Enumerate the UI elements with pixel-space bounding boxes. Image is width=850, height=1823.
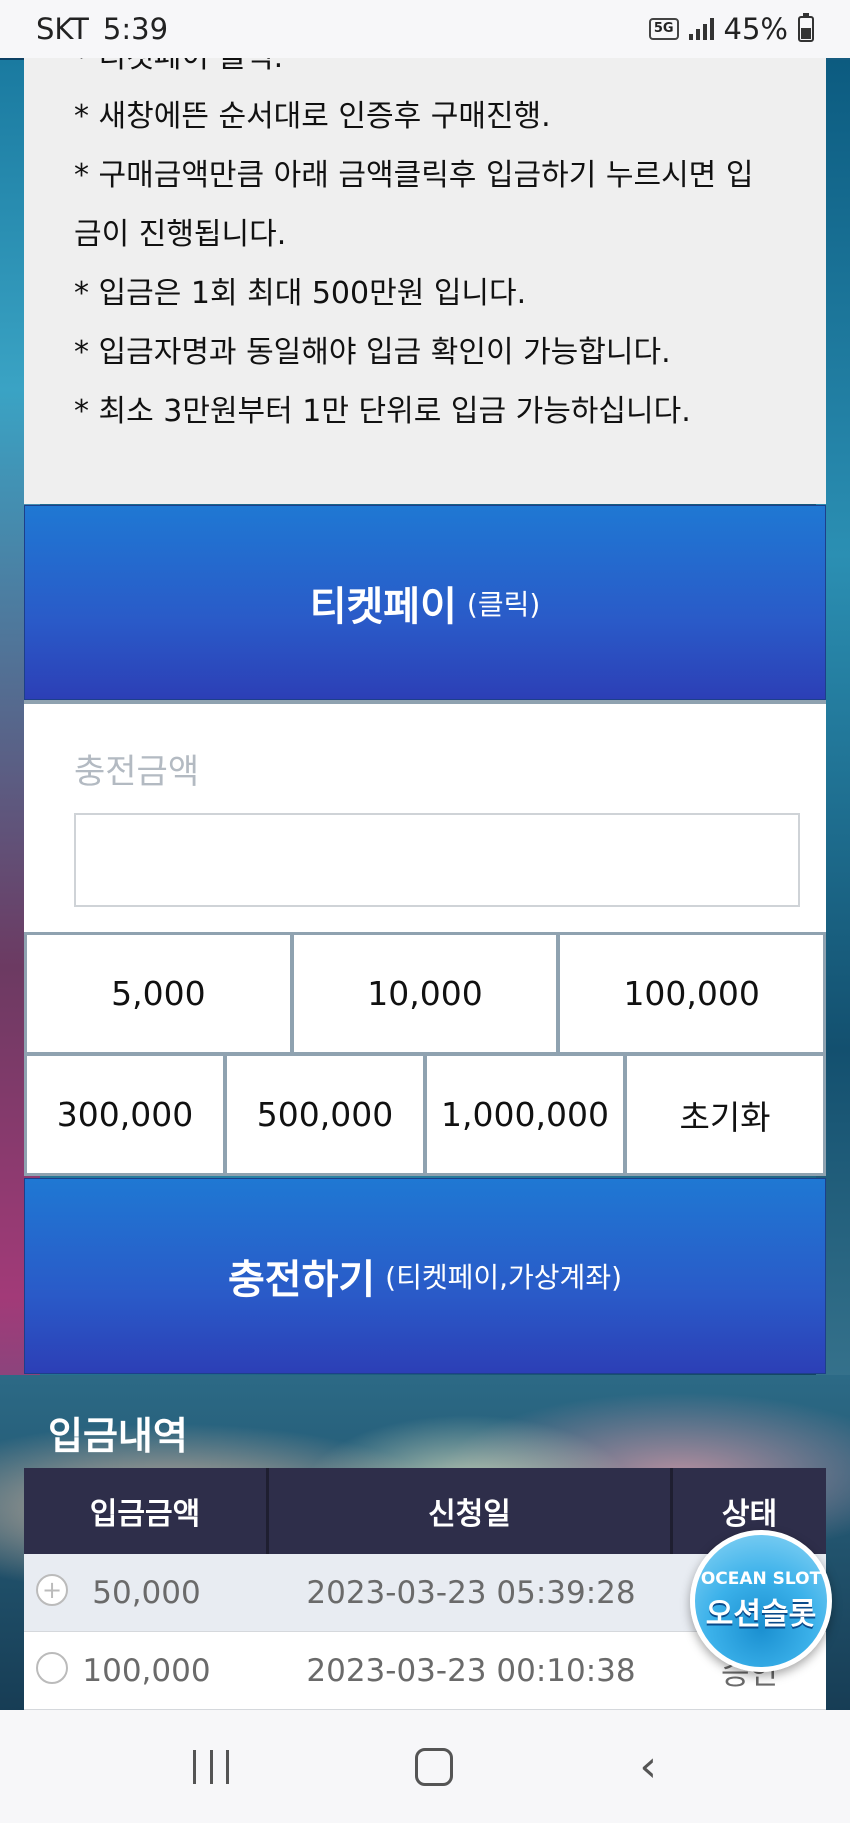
- charge-label: 충전하기: [227, 1257, 376, 1303]
- column-header-amount: 입금금액: [24, 1468, 269, 1554]
- row-date: 2023-03-23 05:39:28: [306, 1574, 636, 1611]
- amount-1000000-button[interactable]: 1,000,000: [427, 1056, 623, 1173]
- ocean-slot-logo[interactable]: OCEAN SLOT 오션슬롯: [690, 1530, 832, 1672]
- amount-label: 충전금액: [74, 752, 200, 792]
- logo-text-en: OCEAN SLOT: [700, 1569, 822, 1589]
- row-date: 2023-03-23 00:10:38: [306, 1652, 636, 1689]
- reset-button[interactable]: 초기화: [627, 1056, 823, 1173]
- battery-percent: 45%: [723, 12, 788, 46]
- expand-plus-icon[interactable]: +: [36, 1574, 68, 1606]
- clock: 5:39: [102, 12, 169, 46]
- notice-line: * 구매금액만큼 아래 금액클릭후 입금하기 누르시면 입: [74, 158, 754, 193]
- amount-5000-button[interactable]: 5,000: [27, 935, 290, 1052]
- amount-100000-button[interactable]: 100,000: [560, 935, 824, 1052]
- amount-500000-button[interactable]: 500,000: [227, 1056, 423, 1173]
- battery-icon: [798, 13, 814, 42]
- charge-sub: (티켓페이,가상계좌): [385, 1261, 623, 1294]
- recents-icon[interactable]: [193, 1749, 230, 1784]
- network-5g-icon: 5G: [648, 18, 679, 40]
- carrier-label: SKT: [36, 12, 89, 46]
- amount-300000-button[interactable]: 300,000: [27, 1056, 223, 1173]
- logo-text-ko: 오션슬롯: [705, 1597, 817, 1632]
- amount-10000-button[interactable]: 10,000: [293, 935, 557, 1052]
- amount-buttons-row-2: 300,000 500,000 1,000,000 초기화: [24, 1053, 826, 1176]
- system-nav-bar: ‹: [0, 1710, 850, 1823]
- table-header: 입금금액 신청일 상태: [24, 1468, 826, 1554]
- charge-button[interactable]: 충전하기 (티켓페이,가상계좌): [24, 1178, 826, 1374]
- amount-section: 충전금액: [24, 700, 826, 934]
- notice-line: * 최소 3만원부터 1만 단위로 입금 가능하십니다.: [74, 394, 691, 429]
- notice-line: * 입금자명과 동일해야 입금 확인이 가능합니다.: [74, 335, 671, 370]
- signal-icon: [688, 18, 714, 40]
- notice-panel: * 티켓페이 클릭. * 새창에뜬 순서대로 인증후 구매진행. * 구매금액만…: [24, 40, 826, 504]
- history-title: 입금내역: [48, 1414, 188, 1458]
- status-bar: SKT 5:39 5G 45%: [0, 0, 850, 58]
- home-icon[interactable]: [415, 1747, 454, 1786]
- amount-input[interactable]: [74, 813, 800, 907]
- back-icon[interactable]: ‹: [639, 1744, 657, 1789]
- notice-line: * 입금은 1회 최대 500만원 입니다.: [74, 276, 527, 311]
- ticketpay-sub: (클릭): [466, 587, 541, 621]
- ticketpay-button[interactable]: 티켓페이 (클릭): [24, 505, 826, 700]
- expand-circle-icon[interactable]: [36, 1652, 68, 1684]
- notice-line: * 새창에뜬 순서대로 인증후 구매진행.: [74, 99, 551, 134]
- ticketpay-label: 티켓페이: [309, 583, 457, 630]
- column-header-date: 신청일: [269, 1468, 673, 1554]
- notice-line: 금이 진행됩니다.: [74, 217, 287, 252]
- amount-buttons-row-1: 5,000 10,000 100,000: [24, 932, 826, 1055]
